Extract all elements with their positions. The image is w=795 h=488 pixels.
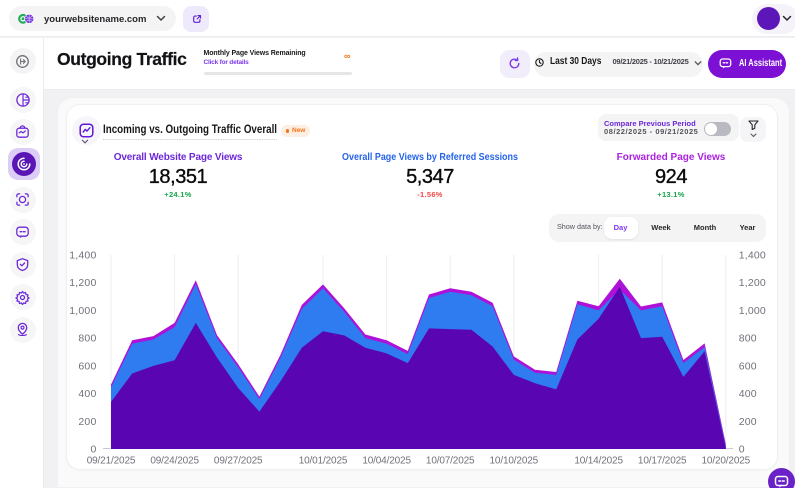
svg-text:0: 0	[739, 444, 745, 456]
svg-text:200: 200	[739, 416, 757, 428]
svg-text:400: 400	[78, 388, 96, 400]
svg-text:09/27/2025: 09/27/2025	[214, 456, 263, 467]
svg-text:1,400: 1,400	[69, 250, 96, 262]
svg-text:600: 600	[739, 360, 757, 372]
svg-text:09/24/2025: 09/24/2025	[150, 456, 199, 467]
svg-text:10/14/2025: 10/14/2025	[574, 456, 623, 467]
svg-text:09/21/2025: 09/21/2025	[87, 456, 136, 467]
svg-text:10/07/2025: 10/07/2025	[426, 456, 475, 467]
svg-text:800: 800	[78, 333, 96, 345]
svg-text:10/17/2025: 10/17/2025	[638, 456, 687, 467]
svg-text:1,000: 1,000	[739, 305, 766, 317]
svg-text:1,400: 1,400	[739, 250, 766, 262]
svg-text:1,200: 1,200	[69, 277, 96, 289]
svg-text:0: 0	[90, 444, 96, 456]
svg-text:10/01/2025: 10/01/2025	[299, 456, 348, 467]
svg-text:1,200: 1,200	[739, 277, 766, 289]
svg-text:400: 400	[739, 388, 757, 400]
svg-text:800: 800	[739, 333, 757, 345]
svg-text:600: 600	[78, 360, 96, 372]
svg-text:1,000: 1,000	[69, 305, 96, 317]
svg-text:10/04/2025: 10/04/2025	[362, 456, 411, 467]
svg-text:10/20/2025: 10/20/2025	[702, 456, 751, 467]
svg-text:10/10/2025: 10/10/2025	[490, 456, 539, 467]
svg-text:200: 200	[78, 416, 96, 428]
